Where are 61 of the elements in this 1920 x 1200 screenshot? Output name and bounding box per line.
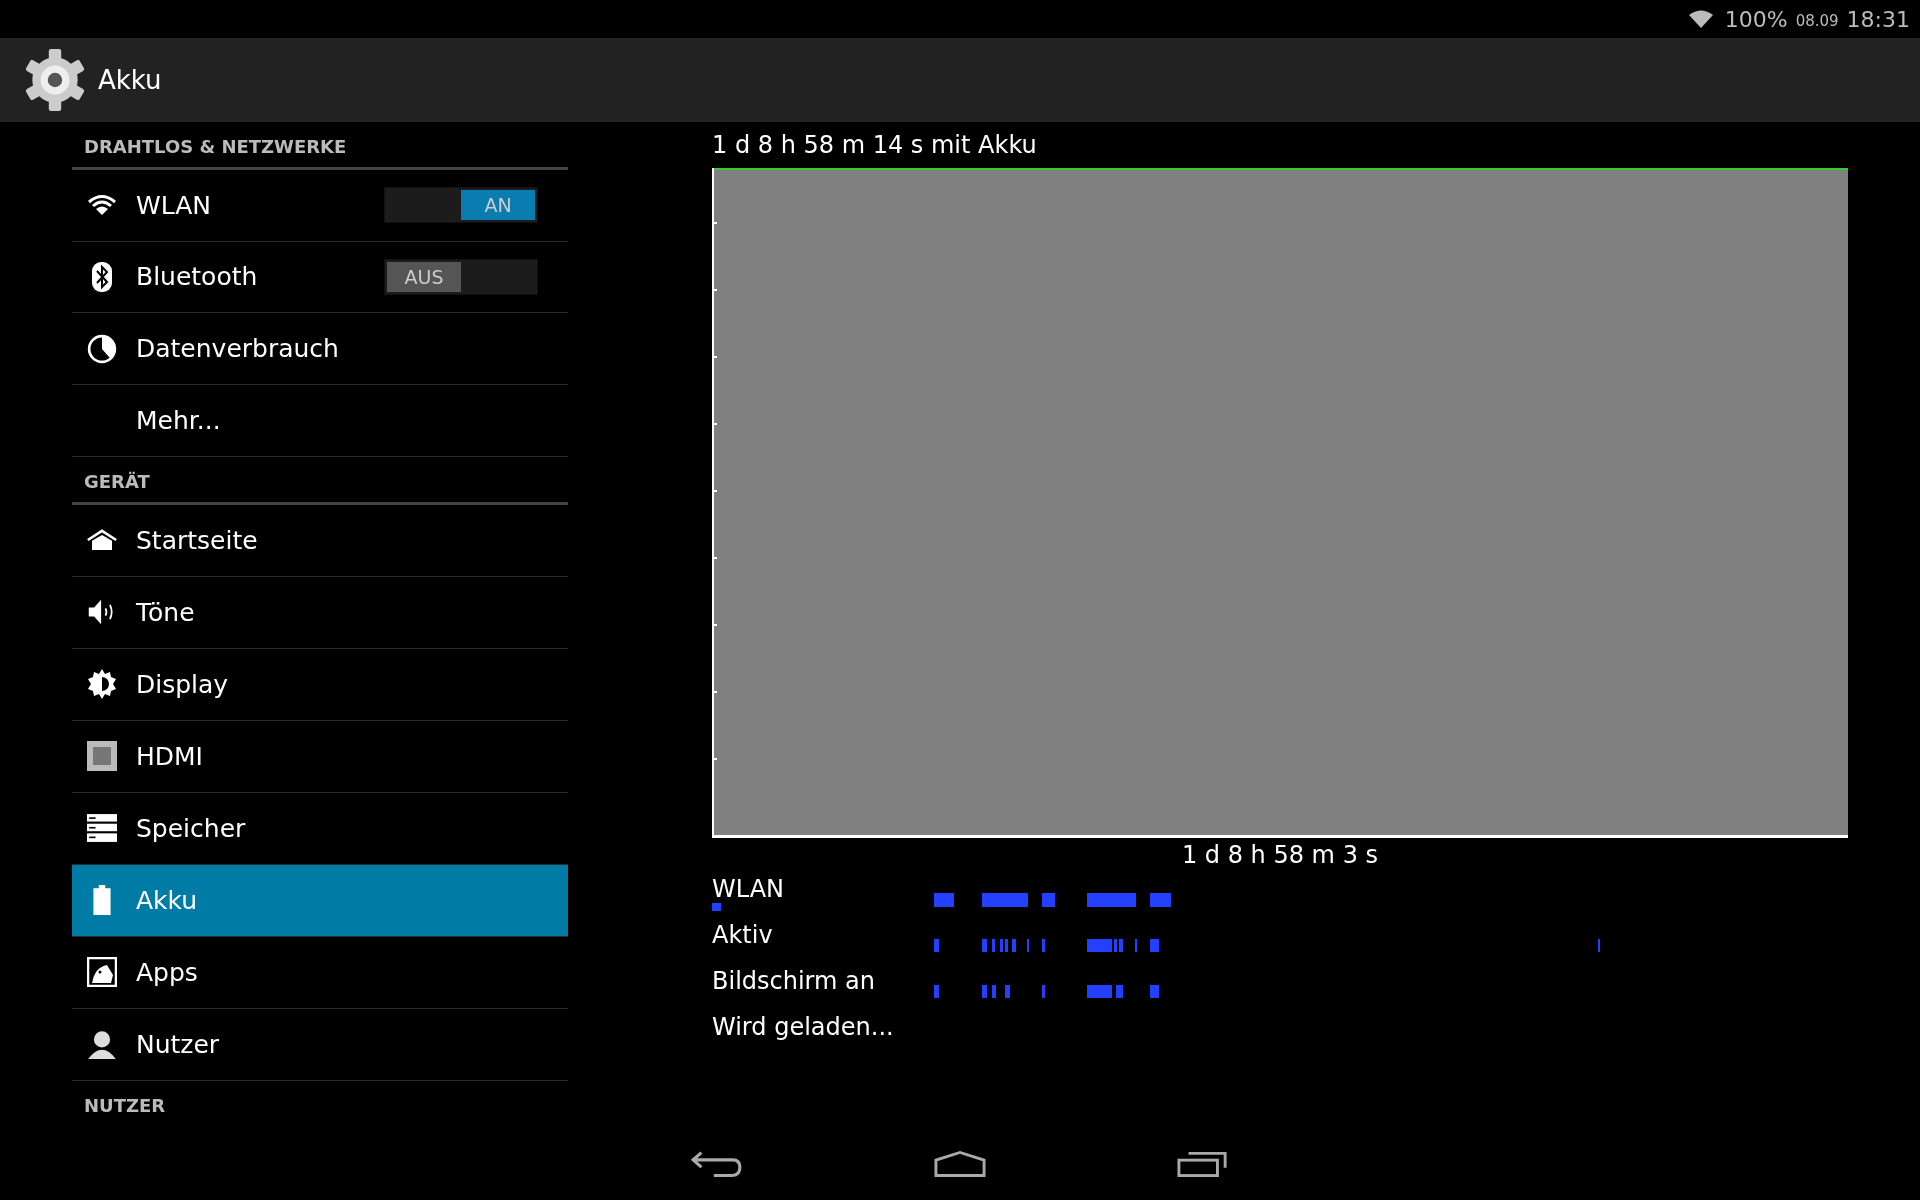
activity-bar [1087,893,1136,907]
activity-bar [1116,985,1123,998]
activity-bar [1005,985,1010,998]
timeline-label: Aktiv [712,922,773,948]
activity-bar [1005,939,1008,952]
activity-bar [1150,893,1171,907]
activity-bar [934,985,939,998]
screen-title: Akku [98,65,162,95]
settings-item[interactable]: WLAN AN [72,169,568,242]
section-header: DRAHTLOS & NETZWERKE [72,122,568,170]
status-date: 08.09 [1795,12,1839,30]
section-header: GERÄT [72,457,568,505]
activity-bar [982,985,987,998]
settings-item[interactable]: Speicher [72,792,568,865]
settings-item[interactable]: Nutzer [72,1008,568,1081]
activity-bar [982,893,1028,907]
timeline-label: Wird geladen... [712,1014,894,1040]
recent-apps-icon[interactable] [1177,1150,1229,1178]
home-button-icon[interactable] [934,1150,986,1178]
activity-bar [1150,939,1159,952]
person-icon [87,1029,117,1060]
status-time: 18:31 [1846,6,1910,32]
timeline-label: WLAN [712,876,785,902]
timeline-label: Bildschirm an [712,968,875,994]
battery-percent: 100% [1724,6,1788,32]
toggle-switch[interactable]: AUS [384,258,538,295]
pie-chart-icon [87,333,117,364]
wifi-signal-icon [1688,10,1713,28]
settings-item[interactable]: Mehr... [72,385,568,458]
activity-bar [1000,939,1003,952]
activity-bar [1119,939,1123,952]
section-header: NUTZER [83,1093,167,1118]
back-icon[interactable] [691,1150,743,1178]
activity-bar [992,939,995,952]
settings-item[interactable]: Bluetooth AUS [72,241,568,314]
settings-item[interactable]: Startseite [72,504,568,577]
settings-item[interactable]: Töne [72,576,568,649]
activity-bar [1087,939,1112,952]
brightness-icon [87,669,117,700]
activity-bar [982,939,987,952]
activity-bar [1114,939,1117,952]
activity-bar [1042,985,1045,998]
activity-bar [934,893,954,907]
settings-item[interactable]: HDMI [72,720,568,793]
activity-bar [1042,939,1045,952]
activity-bar [1012,939,1016,952]
settings-item[interactable]: Datenverbrauch [72,313,568,386]
settings-item[interactable]: Akku [72,864,568,937]
activity-bar [712,903,721,911]
settings-item[interactable]: Display [72,648,568,721]
battery-duration-title: 1 d 8 h 58 m 14 s mit Akku [712,130,1038,161]
storage-icon [87,813,117,844]
activity-bar [1042,893,1055,907]
activity-bar [934,939,939,952]
graph-duration-label: 1 d 8 h 58 m 3 s [1180,840,1380,871]
screen-icon [87,741,117,772]
activity-bar [1150,985,1159,998]
android-image-icon [87,957,117,988]
settings-item[interactable]: Apps [72,936,568,1009]
activity-bar [1087,985,1112,998]
activity-bar [992,985,996,998]
